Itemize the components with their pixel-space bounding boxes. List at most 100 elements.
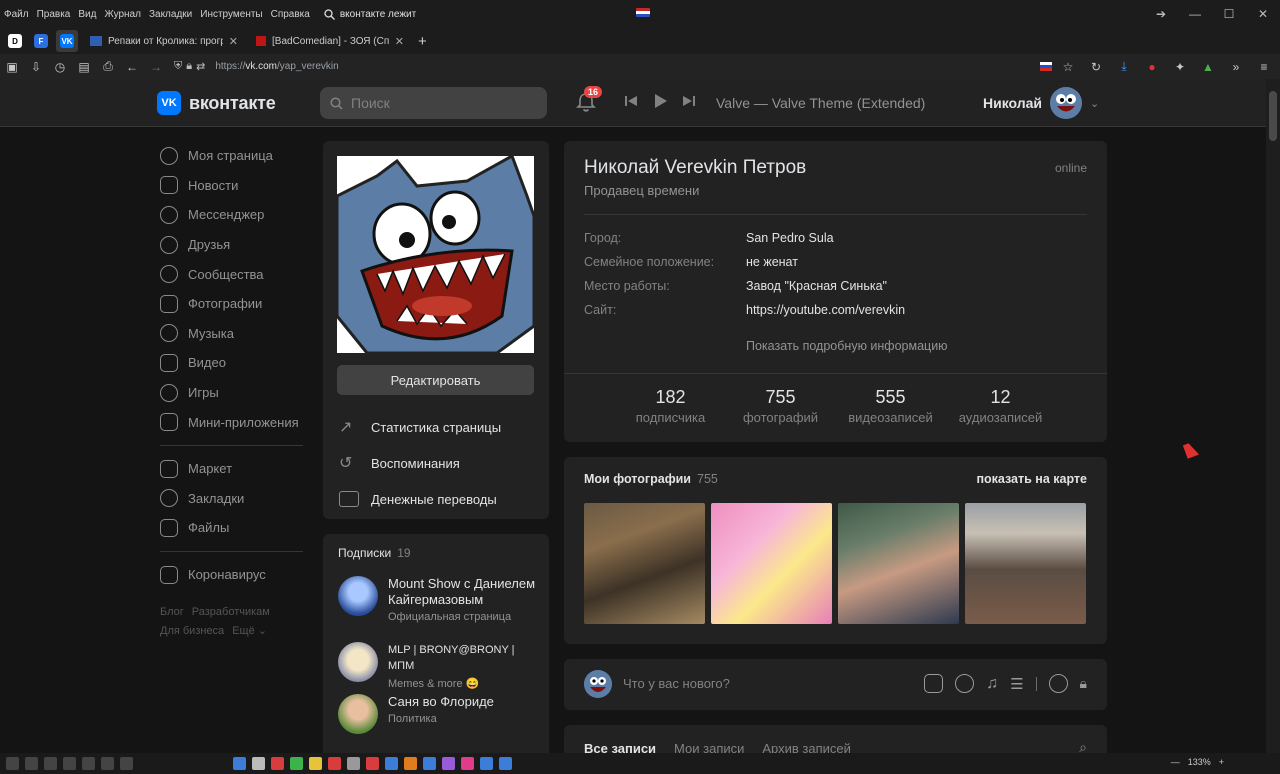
pinned-tab-vk[interactable]: VK — [56, 30, 78, 52]
minimize-button[interactable]: — — [1178, 7, 1212, 21]
user-menu[interactable]: Николай ⌄ — [983, 87, 1099, 119]
sidebar-item-games[interactable]: Игры — [160, 378, 305, 408]
menu-bookmarks[interactable]: Закладки — [145, 9, 196, 20]
sidebar-item-messenger[interactable]: Мессенджер — [160, 200, 305, 230]
forward-icon[interactable]: → — [144, 60, 168, 74]
photo-thumbnail[interactable] — [584, 503, 705, 624]
notifications-button[interactable]: 16 — [575, 86, 603, 118]
play-icon[interactable] — [652, 93, 668, 109]
vk-logo[interactable]: VK вконтакте — [157, 91, 276, 115]
downloads-icon[interactable]: ⇩ — [24, 60, 48, 74]
overflow-chevron-icon[interactable]: » — [1224, 60, 1248, 74]
panel-icon[interactable] — [63, 757, 76, 770]
sidebar-item-my-page[interactable]: Моя страница — [160, 141, 305, 171]
text-format-icon[interactable]: ☰ — [1010, 675, 1023, 693]
hamburger-menu-icon[interactable]: ≡ — [1252, 60, 1276, 74]
adblock-icon[interactable]: ● — [1140, 60, 1164, 74]
app-icon[interactable] — [480, 757, 493, 770]
sidebar-item-communities[interactable]: Сообщества — [160, 259, 305, 289]
app-icon[interactable] — [499, 757, 512, 770]
memories-action[interactable]: ↺ Воспоминания — [339, 445, 501, 481]
app-icon[interactable] — [290, 757, 303, 770]
sidebar-toggle-icon[interactable]: ▣ — [0, 60, 24, 74]
subscriptions-title[interactable]: Подписки 19 — [338, 546, 411, 560]
address-bar[interactable]: ⛨ 🔒︎ ⇄ https://vk.com/yap_verevkin — [174, 60, 339, 73]
list-item[interactable]: Mount Show с Даниелем Кайгермазовым Офици… — [338, 576, 543, 623]
sidebar-item-photos[interactable]: Фотографии — [160, 289, 305, 319]
search-icon[interactable] — [120, 757, 133, 770]
app-icon[interactable] — [461, 757, 474, 770]
counter-audios[interactable]: 12 аудиозаписей — [946, 387, 1056, 425]
search-input[interactable]: Поиск — [320, 87, 547, 119]
current-track-title[interactable]: Valve — Valve Theme (Extended) — [716, 95, 925, 111]
app-icon[interactable] — [442, 757, 455, 770]
menu-help[interactable]: Справка — [267, 9, 314, 20]
menu-file[interactable]: Файл — [0, 9, 33, 20]
photo-thumbnail[interactable] — [711, 503, 832, 624]
download-arrow-icon[interactable]: ⤓ — [1112, 59, 1136, 74]
app-icon[interactable] — [309, 757, 322, 770]
tab-my-posts[interactable]: Мои записи — [674, 741, 744, 753]
next-track-icon[interactable] — [682, 94, 696, 108]
edit-profile-button[interactable]: Редактировать — [337, 365, 534, 395]
panel-icon[interactable] — [82, 757, 95, 770]
lock-icon[interactable]: 🔒︎ — [1080, 675, 1087, 692]
photo-thumbnail[interactable] — [838, 503, 959, 624]
footer-link-developers[interactable]: Разработчикам — [192, 606, 270, 618]
pinned-tab-1[interactable]: D — [4, 30, 26, 52]
app-icon[interactable] — [404, 757, 417, 770]
folder-icon[interactable]: ▤ — [72, 60, 96, 74]
reload-icon[interactable]: ↻ — [1084, 60, 1108, 74]
tab-archive[interactable]: Архив записей — [762, 741, 851, 753]
sidebar-item-news[interactable]: Новости — [160, 171, 305, 201]
extension-icon[interactable]: ✦ — [1168, 60, 1192, 74]
close-tab-icon[interactable]: ✕ — [395, 35, 404, 48]
profile-status[interactable]: Продавец времени — [584, 183, 699, 198]
photo-thumbnail[interactable] — [965, 503, 1086, 624]
counter-followers[interactable]: 182 подписчика — [616, 387, 726, 425]
app-icon[interactable] — [423, 757, 436, 770]
sidebar-item-music[interactable]: Музыка — [160, 319, 305, 349]
footer-link-blog[interactable]: Блог — [160, 606, 184, 618]
language-flag-icon[interactable] — [1040, 62, 1052, 71]
sidebar-item-mini-apps[interactable]: Мини-приложения — [160, 407, 305, 437]
back-icon[interactable]: ← — [120, 60, 144, 74]
list-item[interactable]: Саня во Флориде Политика — [338, 694, 543, 734]
gear-icon[interactable] — [44, 757, 57, 770]
play-circle-icon[interactable] — [955, 674, 975, 693]
forward-arrow-icon[interactable]: ➔ — [1144, 7, 1178, 21]
extension-2-icon[interactable]: ▲ — [1196, 60, 1220, 74]
panel-icon[interactable] — [6, 757, 19, 770]
menu-view[interactable]: Вид — [74, 9, 100, 20]
show-on-map-link[interactable]: показать на карте — [976, 472, 1087, 486]
stats-action[interactable]: ↗ Статистика страницы — [339, 409, 501, 445]
footer-link-more[interactable]: Ещё ⌄ — [232, 625, 267, 637]
new-tab-button[interactable]: + — [418, 33, 427, 50]
tab-repacks[interactable]: Репаки от Кролика: програм ✕ — [84, 30, 244, 52]
close-window-button[interactable]: ✕ — [1246, 7, 1280, 21]
sidebar-item-video[interactable]: Видео — [160, 348, 305, 378]
sidebar-item-friends[interactable]: Друзья — [160, 230, 305, 260]
scrollbar-thumb[interactable] — [1269, 91, 1277, 141]
bookmark-star-icon[interactable]: ☆ — [1056, 60, 1080, 74]
print-icon[interactable]: ⎙ — [96, 59, 120, 74]
photos-title[interactable]: Мои фотографии 755 — [584, 472, 718, 486]
footer-link-business[interactable]: Для бизнеса — [160, 625, 224, 637]
app-icon[interactable] — [252, 757, 265, 770]
maximize-button[interactable]: ☐ — [1212, 7, 1246, 21]
app-icon[interactable] — [271, 757, 284, 770]
show-more-info-link[interactable]: Показать подробную информацию — [746, 339, 948, 353]
app-icon[interactable] — [385, 757, 398, 770]
search-icon[interactable]: ⌕ — [1079, 739, 1087, 753]
zoom-in-button[interactable]: + — [1219, 757, 1224, 767]
menu-edit[interactable]: Правка — [33, 9, 75, 20]
sidebar-item-market[interactable]: Маркет — [160, 454, 305, 484]
new-post-input[interactable]: Что у вас нового? — [623, 676, 730, 691]
page-scrollbar[interactable] — [1266, 79, 1280, 753]
profile-avatar[interactable] — [337, 156, 534, 353]
sidebar-item-bookmarks[interactable]: Закладки — [160, 484, 305, 514]
panel-icon[interactable] — [25, 757, 38, 770]
app-icon[interactable] — [233, 757, 246, 770]
money-transfer-action[interactable]: Денежные переводы — [339, 481, 501, 517]
menu-tools[interactable]: Инструменты — [196, 9, 266, 20]
